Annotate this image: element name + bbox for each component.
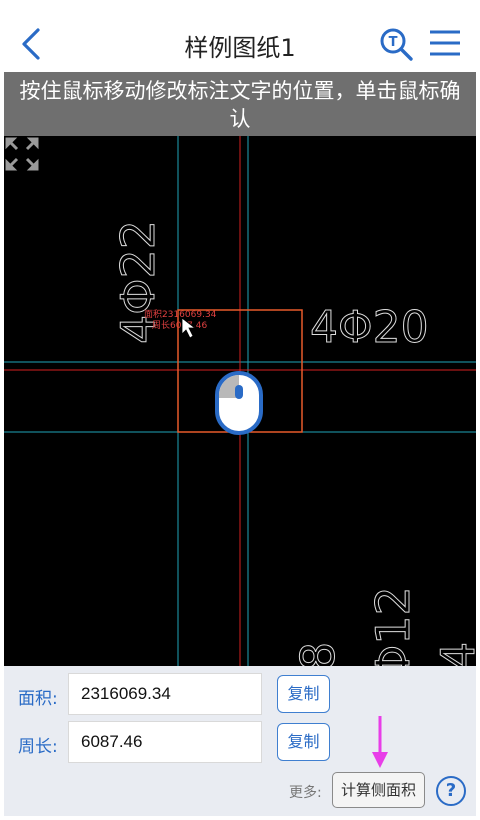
more-label: 更多:	[289, 785, 322, 801]
expand-icon[interactable]	[4, 136, 40, 172]
copy-area-button[interactable]: 复制	[277, 675, 330, 713]
svg-text:T: T	[389, 35, 398, 50]
area-annotation: 面积2316069.34	[144, 308, 217, 320]
perimeter-field[interactable]: 6087.46	[68, 721, 262, 763]
area-field[interactable]: 2316069.34	[68, 673, 262, 715]
cad-drawing: 4Φ22 4Φ20 面积2316069.34 周长6087.46 8 Φ12 4	[4, 136, 476, 666]
result-panel: 面积: 2316069.34 复制 周长: 6087.46 复制 更多: 计算侧…	[4, 666, 476, 816]
rebar-label-right: 4Φ20	[310, 302, 429, 353]
calculate-side-area-button[interactable]: 计算侧面积	[332, 772, 425, 808]
instruction-banner: 按住鼠标移动修改标注文字的位置，单击鼠标确认	[4, 72, 476, 136]
drawing-canvas[interactable]: 4Φ22 4Φ20 面积2316069.34 周长6087.46 8 Φ12 4	[4, 136, 476, 666]
bottom-label-fragment-2: Φ12	[366, 586, 420, 666]
perimeter-label: 周长:	[18, 737, 58, 757]
bottom-label-fragment-1: 8	[291, 642, 345, 666]
pointer-arrow-icon	[372, 716, 388, 768]
bottom-label-fragment-3: 4	[431, 642, 476, 666]
help-icon[interactable]: ?	[436, 776, 466, 806]
area-label: 面积:	[18, 689, 58, 709]
menu-icon[interactable]	[428, 28, 462, 58]
mouse-icon	[215, 371, 263, 435]
perimeter-annotation: 周长6087.46	[152, 319, 207, 331]
copy-perimeter-button[interactable]: 复制	[277, 723, 330, 761]
search-text-icon[interactable]: T	[378, 26, 414, 62]
app-header: 样例图纸1 T	[0, 0, 480, 72]
